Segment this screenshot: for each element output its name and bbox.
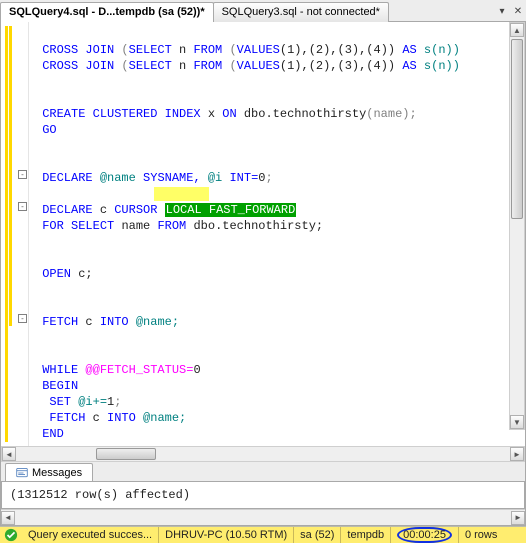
- messages-scrollbar[interactable]: ◄ ►: [1, 509, 525, 525]
- tab-sqlquery4[interactable]: SQLQuery4.sql - D...tempdb (sa (52))*: [0, 2, 214, 22]
- status-message: Query executed succes...: [22, 527, 159, 543]
- messages-icon: [16, 467, 28, 479]
- scroll-down-icon[interactable]: ▼: [510, 415, 524, 429]
- scroll-thumb[interactable]: [511, 39, 523, 219]
- scroll-thumb[interactable]: [96, 448, 156, 460]
- messages-tab[interactable]: Messages: [5, 463, 93, 481]
- code-area[interactable]: CROSS JOIN (SELECT n FROM (VALUES(1),(2)…: [29, 22, 525, 446]
- close-tab-icon[interactable]: ✕: [510, 4, 526, 20]
- messages-text: (1312512 row(s) affected): [2, 482, 524, 508]
- status-database: tempdb: [341, 527, 391, 543]
- tab-sqlquery3[interactable]: SQLQuery3.sql - not connected*: [213, 2, 389, 22]
- fold-toggle-icon[interactable]: -: [18, 170, 27, 179]
- fold-toggle-icon[interactable]: -: [18, 314, 27, 323]
- status-rowcount: 0 rows: [459, 527, 503, 543]
- messages-panel: (1312512 row(s) affected): [1, 482, 525, 509]
- messages-tab-label: Messages: [32, 467, 82, 479]
- scroll-left-icon[interactable]: ◄: [2, 447, 16, 461]
- status-elapsed-time: 00:00:25: [391, 527, 459, 543]
- editor-gutter: - - -: [1, 22, 29, 446]
- horizontal-scrollbar[interactable]: ◄ ►: [1, 446, 525, 462]
- sql-editor: - - - CROSS JOIN (SELECT n FROM (VALUES(…: [0, 22, 526, 526]
- document-tabbar: SQLQuery4.sql - D...tempdb (sa (52))* SQ…: [0, 0, 526, 22]
- status-bar: Query executed succes... DHRUV-PC (10.50…: [0, 526, 526, 543]
- success-icon: [4, 528, 18, 542]
- fold-toggle-icon[interactable]: -: [18, 202, 27, 211]
- scroll-left-icon[interactable]: ◄: [1, 511, 15, 525]
- status-server: DHRUV-PC (10.50 RTM): [159, 527, 294, 543]
- scroll-right-icon[interactable]: ►: [511, 511, 525, 525]
- status-login: sa (52): [294, 527, 341, 543]
- messages-tabbar: Messages: [1, 462, 525, 482]
- scroll-right-icon[interactable]: ►: [510, 447, 524, 461]
- vertical-scrollbar[interactable]: ▲ ▼: [509, 22, 525, 430]
- scroll-up-icon[interactable]: ▲: [510, 23, 524, 37]
- tab-dropdown-icon[interactable]: ▾: [494, 4, 510, 20]
